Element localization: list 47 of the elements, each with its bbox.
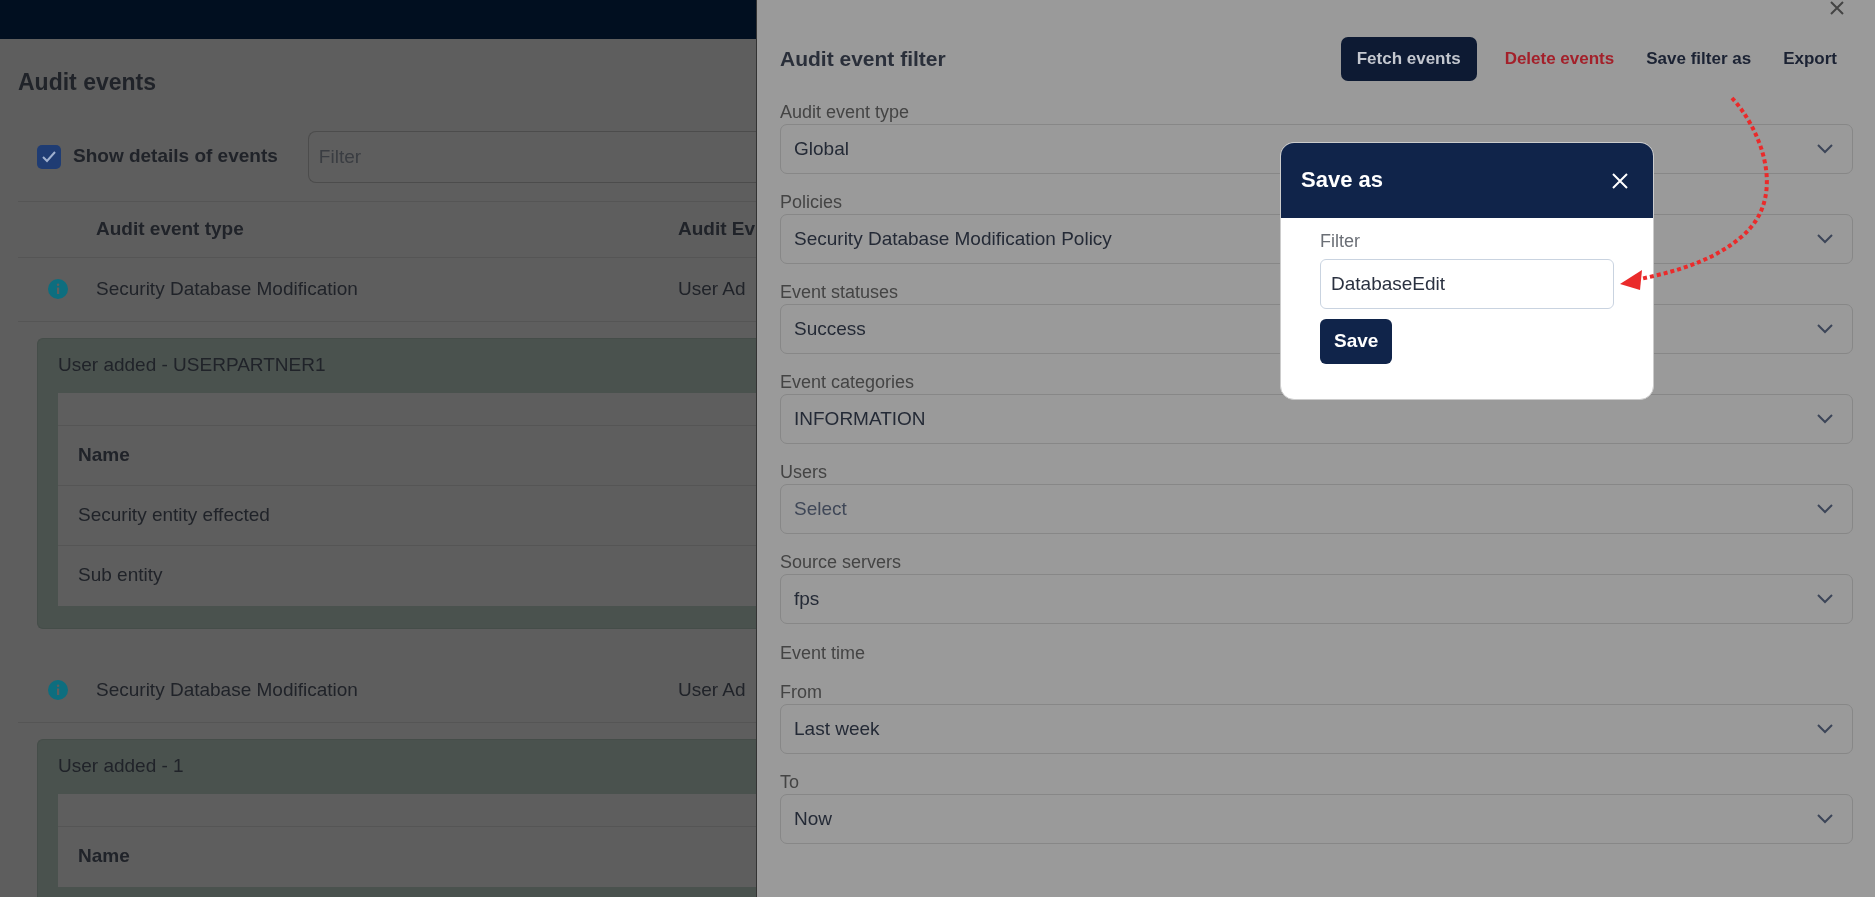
dropdown[interactable]: Select bbox=[780, 484, 1853, 534]
field-label: Audit event type bbox=[780, 101, 910, 124]
action-link[interactable]: Delete events bbox=[1488, 37, 1631, 81]
column-header: Name bbox=[78, 844, 130, 869]
chevron-down-icon bbox=[1816, 813, 1834, 825]
chevron-down-icon bbox=[1816, 143, 1834, 155]
filter-name-field[interactable]: DatabaseEdit bbox=[1320, 259, 1614, 309]
dropdown[interactable]: Now bbox=[780, 794, 1853, 844]
section-label: Event time bbox=[780, 642, 866, 665]
chevron-down-icon bbox=[1816, 233, 1834, 245]
table-cell-text: Security Database Modification bbox=[96, 677, 359, 702]
column-header: Audit event type bbox=[96, 216, 245, 241]
action-link[interactable]: Export bbox=[1767, 37, 1853, 81]
chevron-down-icon bbox=[1816, 593, 1834, 605]
dropdown[interactable]: fps bbox=[780, 574, 1853, 624]
panel-title: Audit event filter bbox=[780, 46, 947, 72]
save-button[interactable]: Save bbox=[1320, 319, 1393, 364]
action-link[interactable]: Save filter as bbox=[1630, 37, 1768, 81]
table-cell-text: User Ad bbox=[678, 677, 746, 702]
page-title: Audit events bbox=[17, 68, 158, 97]
field-label: Source servers bbox=[780, 551, 902, 574]
table-cell-text: Security Database Modification bbox=[96, 276, 359, 301]
check-icon bbox=[41, 149, 57, 164]
field-label: Event statuses bbox=[780, 281, 899, 304]
field-label: Users bbox=[780, 461, 827, 484]
dropdown[interactable]: INFORMATION bbox=[780, 394, 1853, 444]
chevron-down-icon bbox=[1816, 413, 1834, 425]
chevron-down-icon bbox=[1816, 323, 1834, 335]
checkbox[interactable] bbox=[37, 144, 61, 169]
fetch-button[interactable]: Fetch events bbox=[1340, 37, 1477, 81]
dialog-title: Save as bbox=[1301, 167, 1384, 194]
checkbox-label: Show details of events bbox=[73, 144, 278, 169]
field-label: Event categories bbox=[780, 371, 915, 394]
dropdown[interactable]: Last week bbox=[780, 704, 1853, 754]
column-header: Audit Ev bbox=[678, 216, 756, 241]
field-label: Filter bbox=[1320, 230, 1361, 253]
table-cell-text: Sub entity bbox=[78, 563, 163, 588]
field-label: To bbox=[780, 771, 799, 794]
table-cell-text: Security entity effected bbox=[78, 502, 270, 527]
field-label: Policies bbox=[780, 191, 843, 214]
chevron-down-icon bbox=[1816, 723, 1834, 735]
chevron-down-icon bbox=[1816, 503, 1834, 515]
info-icon bbox=[48, 680, 68, 701]
column-header: Name bbox=[78, 442, 130, 467]
field-label: From bbox=[780, 681, 822, 704]
table-cell-text: User Ad bbox=[678, 276, 746, 301]
info-icon bbox=[48, 279, 68, 300]
